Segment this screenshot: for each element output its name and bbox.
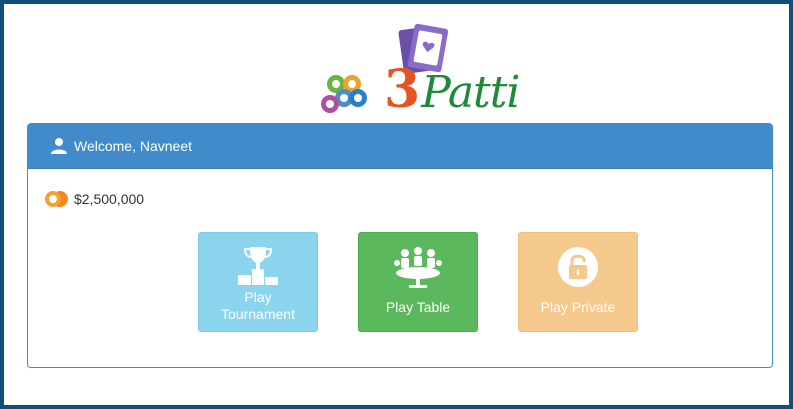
tile-label: Play Private <box>540 299 616 315</box>
logo-wordmark: 3Patti <box>384 64 520 118</box>
logo-word: Patti <box>421 67 520 118</box>
welcome-panel: Welcome, Navneet $2,500,000 Play Tournam… <box>27 123 773 368</box>
logo-number: 3 <box>384 59 420 120</box>
tile-label-line: Tournament <box>221 306 295 322</box>
app-frame: 3Patti Welcome, Navneet $2,500,000 Play … <box>0 0 793 409</box>
play-private-button[interactable]: Play Private <box>518 232 638 332</box>
tile-label: Play Table <box>385 299 451 315</box>
tile-label: Play Tournament <box>199 289 317 323</box>
user-icon <box>50 137 68 155</box>
players-table-icon <box>359 245 477 288</box>
coin-icon <box>44 190 70 208</box>
balance-row: $2,500,000 <box>44 190 144 208</box>
welcome-text: Welcome, Navneet <box>74 138 193 154</box>
balance-amount: $2,500,000 <box>74 191 145 207</box>
trophy-podium-icon <box>199 245 317 285</box>
padlock-icon <box>519 245 637 287</box>
panel-heading: Welcome, Navneet <box>28 124 772 169</box>
game-logo: 3Patti <box>304 22 520 118</box>
play-tournament-button[interactable]: Play Tournament <box>198 232 318 332</box>
poker-chip-icon <box>321 75 367 113</box>
tile-label-line: Play <box>244 289 272 305</box>
play-table-button[interactable]: Play Table <box>358 232 478 332</box>
